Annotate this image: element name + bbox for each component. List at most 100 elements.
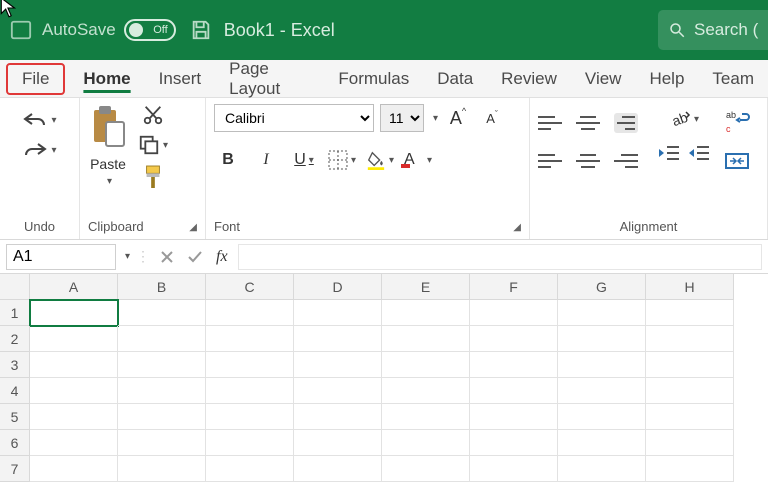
tab-view[interactable]: View: [571, 63, 636, 95]
cell-E3[interactable]: [382, 352, 470, 378]
font-color-button[interactable]: A▾: [404, 146, 432, 174]
tab-page-layout[interactable]: Page Layout: [215, 53, 324, 105]
cell-H1[interactable]: [646, 300, 734, 326]
fx-label[interactable]: fx: [216, 248, 228, 266]
align-right-button[interactable]: [614, 154, 638, 168]
cell-H2[interactable]: [646, 326, 734, 352]
cell-C5[interactable]: [206, 404, 294, 430]
cell-F6[interactable]: [470, 430, 558, 456]
tab-home[interactable]: Home: [69, 63, 144, 95]
cell-E7[interactable]: [382, 456, 470, 482]
cell-D4[interactable]: [294, 378, 382, 404]
cell-F3[interactable]: [470, 352, 558, 378]
enter-formula-button[interactable]: [184, 246, 206, 268]
cell-C2[interactable]: [206, 326, 294, 352]
cell-H6[interactable]: [646, 430, 734, 456]
cell-G4[interactable]: [558, 378, 646, 404]
autosave-control[interactable]: AutoSave Off: [42, 19, 176, 41]
cell-B4[interactable]: [118, 378, 206, 404]
column-header-B[interactable]: B: [118, 274, 206, 300]
align-top-left-button[interactable]: [538, 116, 562, 130]
dialog-launcher-icon[interactable]: ◢: [189, 222, 197, 233]
column-header-C[interactable]: C: [206, 274, 294, 300]
cell-A5[interactable]: [30, 404, 118, 430]
column-header-F[interactable]: F: [470, 274, 558, 300]
spreadsheet-grid[interactable]: ABCDEFGH1234567: [0, 274, 768, 482]
cell-G6[interactable]: [558, 430, 646, 456]
borders-button[interactable]: ▾: [328, 146, 356, 174]
column-header-H[interactable]: H: [646, 274, 734, 300]
cell-C3[interactable]: [206, 352, 294, 378]
paste-button[interactable]: Paste ▾: [88, 104, 128, 187]
row-header-1[interactable]: 1: [0, 300, 30, 326]
cell-D1[interactable]: [294, 300, 382, 326]
cell-A3[interactable]: [30, 352, 118, 378]
row-header-3[interactable]: 3: [0, 352, 30, 378]
cell-G1[interactable]: [558, 300, 646, 326]
cell-D7[interactable]: [294, 456, 382, 482]
row-header-2[interactable]: 2: [0, 326, 30, 352]
cell-D3[interactable]: [294, 352, 382, 378]
tab-data[interactable]: Data: [423, 63, 487, 95]
cell-G5[interactable]: [558, 404, 646, 430]
increase-font-size-button[interactable]: A^: [444, 104, 472, 132]
tab-team[interactable]: Team: [698, 63, 768, 95]
font-name-select[interactable]: Calibri: [214, 104, 374, 132]
align-center-button[interactable]: [576, 154, 600, 168]
cell-G2[interactable]: [558, 326, 646, 352]
row-header-4[interactable]: 4: [0, 378, 30, 404]
cell-F7[interactable]: [470, 456, 558, 482]
cell-A7[interactable]: [30, 456, 118, 482]
select-all-corner[interactable]: [0, 274, 30, 300]
decrease-font-size-button[interactable]: Aˇ: [478, 104, 506, 132]
align-top-center-button[interactable]: [576, 116, 600, 130]
cell-D2[interactable]: [294, 326, 382, 352]
autosave-toggle[interactable]: Off: [124, 19, 176, 41]
bold-button[interactable]: B: [214, 146, 242, 174]
cell-D5[interactable]: [294, 404, 382, 430]
cell-E5[interactable]: [382, 404, 470, 430]
format-painter-button[interactable]: [142, 164, 164, 190]
dialog-launcher-icon[interactable]: ◢: [513, 222, 521, 233]
cell-E2[interactable]: [382, 326, 470, 352]
wrap-text-button[interactable]: abc: [724, 108, 750, 134]
cut-button[interactable]: [142, 104, 164, 126]
search-box[interactable]: Search (: [658, 10, 768, 50]
font-size-select[interactable]: 11: [380, 104, 424, 132]
column-header-G[interactable]: G: [558, 274, 646, 300]
cell-F2[interactable]: [470, 326, 558, 352]
cell-C4[interactable]: [206, 378, 294, 404]
cell-F5[interactable]: [470, 404, 558, 430]
cell-F4[interactable]: [470, 378, 558, 404]
redo-button[interactable]: ▾: [22, 140, 56, 160]
cell-E6[interactable]: [382, 430, 470, 456]
formula-input[interactable]: [238, 244, 762, 270]
italic-button[interactable]: I: [252, 146, 280, 174]
tab-review[interactable]: Review: [487, 63, 571, 95]
cell-B7[interactable]: [118, 456, 206, 482]
align-top-right-button[interactable]: [614, 113, 638, 133]
cell-A4[interactable]: [30, 378, 118, 404]
cell-G3[interactable]: [558, 352, 646, 378]
cell-A1[interactable]: [30, 300, 118, 326]
cell-B3[interactable]: [118, 352, 206, 378]
cell-D6[interactable]: [294, 430, 382, 456]
cell-C6[interactable]: [206, 430, 294, 456]
cell-E1[interactable]: [382, 300, 470, 326]
underline-button[interactable]: U▾: [290, 146, 318, 174]
cell-C1[interactable]: [206, 300, 294, 326]
column-header-E[interactable]: E: [382, 274, 470, 300]
cell-C7[interactable]: [206, 456, 294, 482]
cell-G7[interactable]: [558, 456, 646, 482]
increase-indent-button[interactable]: [688, 144, 710, 162]
cell-B1[interactable]: [118, 300, 206, 326]
cell-H5[interactable]: [646, 404, 734, 430]
undo-button[interactable]: ▾: [22, 110, 56, 130]
tab-formulas[interactable]: Formulas: [324, 63, 423, 95]
cell-H3[interactable]: [646, 352, 734, 378]
copy-button[interactable]: ▾: [138, 134, 168, 156]
cell-B2[interactable]: [118, 326, 206, 352]
row-header-5[interactable]: 5: [0, 404, 30, 430]
tab-insert[interactable]: Insert: [145, 63, 216, 95]
name-box[interactable]: [6, 244, 116, 270]
